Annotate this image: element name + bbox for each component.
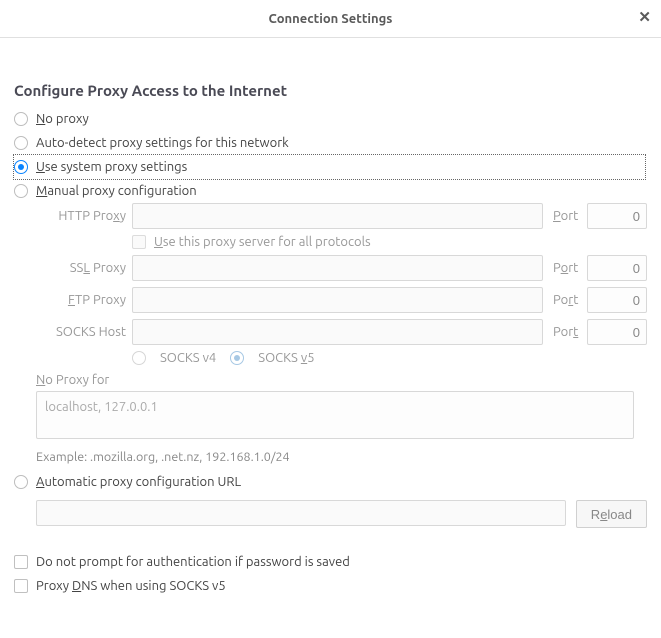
socks-host-label: SOCKS Host	[36, 325, 126, 339]
radio-no-proxy-row[interactable]: No proxy	[14, 107, 647, 131]
ftp-port-label: Port	[549, 293, 581, 307]
pac-url-input[interactable]	[36, 500, 566, 526]
proxy-dns-label: Proxy DNS when using SOCKS v5	[36, 579, 226, 593]
radio-use-system-row[interactable]: Use system proxy settings	[14, 155, 645, 179]
radio-use-system[interactable]	[14, 160, 28, 174]
window-title: Connection Settings	[269, 12, 393, 26]
page-heading: Configure Proxy Access to the Internet	[14, 82, 647, 99]
radio-auto-detect-row[interactable]: Auto-detect proxy settings for this netw…	[14, 131, 647, 155]
radio-no-proxy[interactable]	[14, 112, 28, 126]
radio-use-system-label: Use system proxy settings	[36, 160, 187, 174]
socks-host-input[interactable]	[132, 319, 543, 345]
use-all-protocols-checkbox[interactable]	[132, 235, 146, 249]
no-auth-prompt-label: Do not prompt for authentication if pass…	[36, 555, 350, 569]
http-port-label: Port	[549, 209, 581, 223]
radio-auto-detect[interactable]	[14, 136, 28, 150]
use-all-protocols-label: Use this proxy server for all protocols	[154, 235, 371, 249]
radio-manual-row[interactable]: Manual proxy configuration	[14, 179, 647, 203]
radio-socks4-label: SOCKS v4	[160, 351, 216, 365]
ssl-proxy-input[interactable]	[132, 255, 543, 281]
no-proxy-for-label: No Proxy for	[36, 373, 647, 387]
no-auth-prompt-checkbox[interactable]	[14, 555, 28, 569]
radio-socks4[interactable]	[132, 351, 146, 365]
socks-port-label: Port	[549, 325, 581, 339]
close-icon[interactable]: ✕	[638, 8, 651, 26]
radio-socks5[interactable]	[230, 351, 244, 365]
radio-manual[interactable]	[14, 184, 28, 198]
ssl-proxy-label: SSL Proxy	[36, 261, 126, 275]
proxy-dns-checkbox[interactable]	[14, 579, 28, 593]
radio-no-proxy-label: No proxy	[36, 112, 89, 126]
http-port-input[interactable]	[587, 203, 647, 229]
radio-pac-row[interactable]: Automatic proxy configuration URL	[14, 470, 647, 494]
radio-manual-label: Manual proxy configuration	[36, 184, 197, 198]
no-proxy-for-textarea[interactable]	[36, 391, 634, 439]
no-proxy-example: Example: .mozilla.org, .net.nz, 192.168.…	[36, 450, 647, 464]
reload-button[interactable]: Reload	[576, 500, 647, 528]
http-proxy-input[interactable]	[132, 203, 543, 229]
radio-socks5-label: SOCKS v5	[258, 351, 314, 365]
ftp-port-input[interactable]	[587, 287, 647, 313]
ssl-port-input[interactable]	[587, 255, 647, 281]
radio-auto-detect-label: Auto-detect proxy settings for this netw…	[36, 136, 289, 150]
radio-pac[interactable]	[14, 475, 28, 489]
http-proxy-label: HTTP Proxy	[36, 209, 126, 223]
ftp-proxy-input[interactable]	[132, 287, 543, 313]
socks-port-input[interactable]	[587, 319, 647, 345]
ftp-proxy-label: FTP Proxy	[36, 293, 126, 307]
ssl-port-label: Port	[549, 261, 581, 275]
radio-pac-label: Automatic proxy configuration URL	[36, 475, 241, 489]
